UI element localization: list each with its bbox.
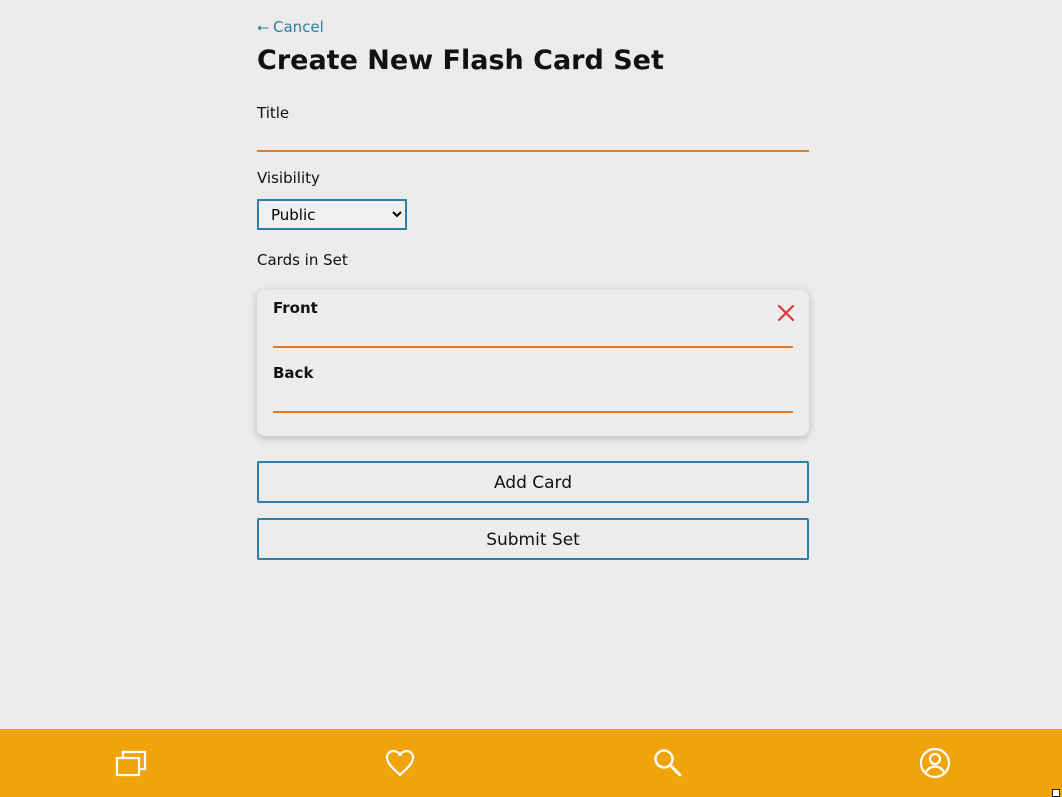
nav-item-favorites[interactable] (370, 729, 430, 797)
front-label: Front (273, 299, 318, 317)
nav-item-profile[interactable] (905, 729, 965, 797)
page: ⭠ Cancel Create New Flash Card Set Title … (0, 0, 1062, 797)
visibility-label: Visibility (257, 169, 320, 187)
front-input[interactable] (273, 322, 793, 348)
nav-item-sets[interactable] (102, 729, 162, 797)
search-icon (654, 749, 682, 777)
back-input[interactable] (273, 387, 793, 413)
visibility-select[interactable]: Public (257, 199, 407, 230)
resize-handle-icon (1052, 789, 1060, 797)
cards-in-set-label: Cards in Set (257, 251, 348, 269)
back-arrow-icon: ⭠ (257, 18, 270, 36)
title-label: Title (257, 104, 290, 122)
submit-set-button[interactable]: Submit Set (257, 518, 809, 560)
add-card-button[interactable]: Add Card (257, 461, 809, 503)
close-icon[interactable] (775, 302, 797, 324)
flash-card: Front Back (257, 290, 809, 436)
profile-icon (919, 747, 951, 779)
page-title: Create New Flash Card Set (257, 45, 664, 76)
cards-icon (115, 750, 147, 777)
heart-icon (385, 749, 415, 777)
nav-item-search[interactable] (638, 729, 698, 797)
title-input[interactable] (257, 126, 809, 152)
back-label: Back (273, 364, 314, 382)
cancel-label: Cancel (273, 18, 324, 36)
cancel-link[interactable]: ⭠ Cancel (257, 17, 324, 37)
bottom-nav (0, 729, 1062, 797)
